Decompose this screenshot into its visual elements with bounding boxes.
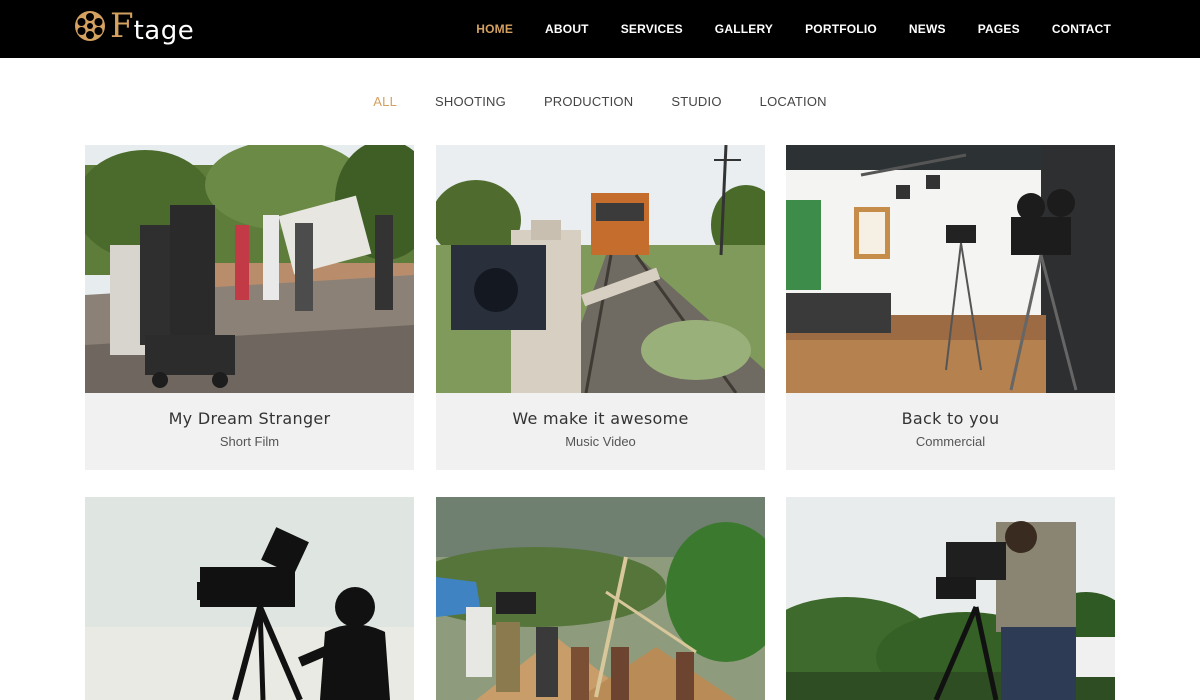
nav-item-portfolio[interactable]: PORTFOLIO	[805, 22, 877, 36]
nav-item-about[interactable]: ABOUT	[545, 22, 589, 36]
forest-cameraman-photo	[786, 497, 1115, 700]
nav-item-contact[interactable]: CONTACT	[1052, 22, 1111, 36]
silhouette-cameraman-photo	[85, 497, 414, 700]
portfolio-item[interactable]: We make it awesome Music Video	[436, 145, 765, 470]
filter-location[interactable]: LOCATION	[760, 94, 827, 109]
portfolio-item-title: My Dream Stranger	[168, 409, 331, 428]
main-nav: HOME ABOUT SERVICES GALLERY PORTFOLIO NE…	[444, 0, 1111, 58]
site-header: F tage HOME ABOUT SERVICES GALLERY PORTF…	[0, 0, 1200, 58]
filter-all[interactable]: ALL	[373, 94, 397, 109]
portfolio-item-title: Back to you	[901, 409, 1000, 428]
portfolio-filters: ALL SHOOTING PRODUCTION STUDIO LOCATION	[0, 94, 1200, 109]
portfolio-item[interactable]	[786, 497, 1115, 700]
portfolio-item[interactable]: My Dream Stranger Short Film	[85, 145, 414, 470]
logo-text: tage	[133, 16, 195, 46]
filter-shooting[interactable]: SHOOTING	[435, 94, 506, 109]
portfolio-item-category: Short Film	[219, 434, 280, 449]
nav-item-services[interactable]: SERVICES	[621, 22, 683, 36]
film-reel-icon	[75, 11, 105, 41]
portfolio-item-category: Music Video	[565, 434, 636, 449]
site-logo[interactable]: F tage	[74, 8, 194, 48]
portfolio-item-info: Back to you Commercial	[786, 393, 1115, 470]
portfolio-item[interactable]: Back to you Commercial	[786, 145, 1115, 470]
village-film-crew-photo	[436, 497, 765, 700]
nav-item-gallery[interactable]: GALLERY	[715, 22, 773, 36]
nav-item-home[interactable]: HOME	[476, 22, 513, 36]
nav-item-news[interactable]: NEWS	[909, 22, 946, 36]
studio-camera-set-photo	[786, 145, 1115, 393]
portfolio-item[interactable]	[436, 497, 765, 700]
filter-production[interactable]: PRODUCTION	[544, 94, 633, 109]
portfolio-item-info: My Dream Stranger Short Film	[85, 393, 414, 470]
street-film-crew-photo	[85, 145, 414, 393]
portfolio-item[interactable]	[85, 497, 414, 700]
logo-initial: F	[110, 6, 134, 46]
nav-item-pages[interactable]: PAGES	[978, 22, 1020, 36]
portfolio-item-info: We make it awesome Music Video	[436, 393, 765, 470]
portfolio-item-category: Commercial	[915, 434, 986, 449]
filter-studio[interactable]: STUDIO	[671, 94, 721, 109]
portfolio-item-title: We make it awesome	[512, 409, 689, 428]
railway-cameraman-photo	[436, 145, 765, 393]
